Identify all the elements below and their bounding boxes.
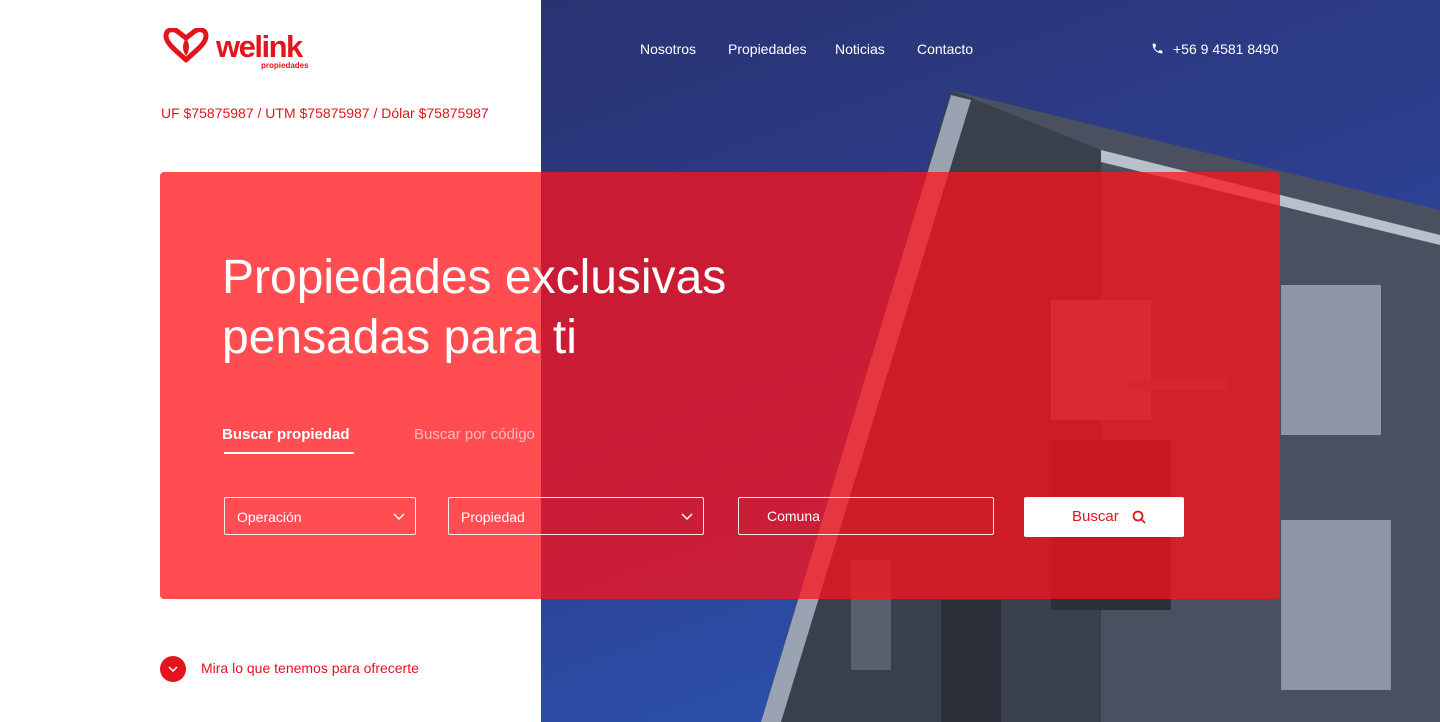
nav-link-nosotros[interactable]: Nosotros (640, 41, 696, 57)
chevron-down-icon (168, 666, 178, 672)
nav-link-propiedades[interactable]: Propiedades (728, 41, 807, 57)
search-icon (1132, 510, 1146, 524)
search-button-label: Buscar (1072, 508, 1119, 525)
search-button[interactable]: Buscar (1024, 497, 1184, 537)
phone-icon (1152, 43, 1163, 54)
currency-rates: UF $75875987 / UTM $75875987 / Dólar $75… (161, 105, 489, 121)
hero-title-line-2: pensadas para ti (222, 311, 577, 364)
nav-link-contacto[interactable]: Contacto (917, 41, 973, 57)
comuna-input[interactable] (739, 498, 993, 534)
logo-wordmark: welink (216, 29, 303, 64)
logo-tagline: propiedades (261, 61, 309, 70)
chevron-down-icon (681, 513, 693, 521)
chevron-down-icon (393, 513, 405, 521)
operacion-select-value: Operación (237, 509, 302, 525)
active-tab-indicator (224, 452, 354, 454)
scroll-down-text: Mira lo que tenemos para ofrecerte (201, 660, 419, 676)
hero-search-card: Propiedades exclusivas pensadas para ti … (160, 172, 1280, 599)
nav-link-noticias[interactable]: Noticias (835, 41, 885, 57)
welink-logo[interactable]: welink propiedades (160, 28, 330, 74)
hero-title: Propiedades exclusivas pensadas para ti (222, 248, 922, 368)
operacion-select[interactable]: Operación (224, 497, 416, 535)
propiedad-select[interactable]: Propiedad (448, 497, 704, 535)
tab-buscar-propiedad[interactable]: Buscar propiedad (222, 426, 350, 443)
scroll-down-button[interactable] (160, 656, 186, 682)
phone-number: +56 9 4581 8490 (1173, 41, 1279, 57)
heart-logo-icon (163, 28, 209, 63)
comuna-field-wrapper (738, 497, 994, 535)
hero-title-line-1: Propiedades exclusivas (222, 251, 727, 304)
tab-buscar-por-codigo[interactable]: Buscar por código (414, 426, 535, 443)
propiedad-select-value: Propiedad (461, 509, 525, 525)
